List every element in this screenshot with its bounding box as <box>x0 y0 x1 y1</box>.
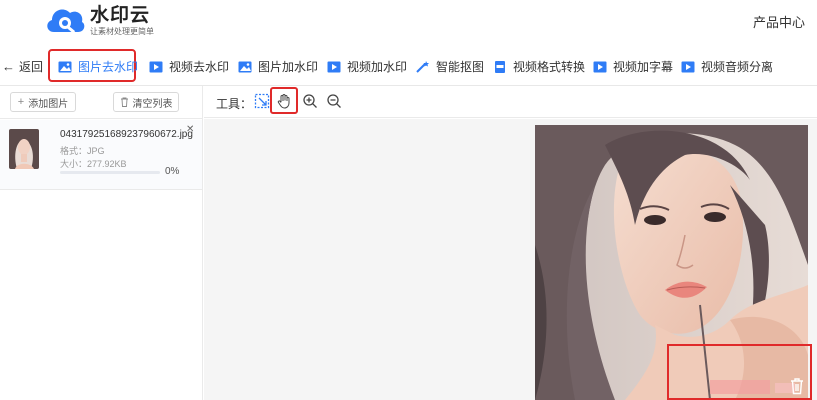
zoom-out-icon[interactable] <box>326 93 342 109</box>
clear-list-button[interactable]: 清空列表 <box>113 92 179 112</box>
image-icon <box>238 61 252 72</box>
file-list-toolbar: + 添加图片 清空列表 <box>0 86 202 119</box>
tools-label: 工具： <box>216 97 253 111</box>
clear-list-label: 清空列表 <box>132 98 173 110</box>
tab-video-audio-separate[interactable]: 视频音频分离 <box>681 58 773 75</box>
tab-label: 图片去水印 <box>78 60 139 74</box>
magic-wand-icon <box>416 60 429 73</box>
tab-label: 视频格式转换 <box>513 60 586 74</box>
file-list-item[interactable]: 0431792516892379606​72.jpg ✕ 格式：JPG 大小：2… <box>0 120 202 190</box>
video-icon <box>681 61 695 72</box>
trash-icon <box>120 97 128 107</box>
product-center-link[interactable]: 产品中心 <box>753 12 805 31</box>
cloud-logo-icon <box>47 9 85 34</box>
image-icon <box>58 61 72 72</box>
tab-label: 视频音频分离 <box>701 60 774 74</box>
tab-image-remove-watermark[interactable]: 图片去水印 <box>58 58 138 75</box>
tab-label: 视频加字幕 <box>613 60 674 74</box>
app-header: 水印云 让素材处理更简单 产品中心 <box>0 0 817 44</box>
file-name: 0431792516892379606​72.jpg <box>60 129 193 140</box>
logo-slogan: 让素材处理更简单 <box>90 27 154 36</box>
video-icon <box>593 61 607 72</box>
mp4-file-icon <box>495 60 505 73</box>
logo-name: 水印云 <box>90 5 151 26</box>
progress-percent: 0% <box>165 166 180 177</box>
back-label: 返回 <box>19 60 44 74</box>
tab-smart-cutout[interactable]: 智能抠图 <box>416 58 484 75</box>
file-format: 格式：JPG <box>60 146 105 156</box>
tab-video-remove-watermark[interactable]: 视频去水印 <box>149 58 229 75</box>
file-size: 大小：277.92KB <box>60 159 127 169</box>
feature-nav: ← 返回 图片去水印 视频去水印 图片加水印 视频加水印 智能抠图 视频格式转换… <box>0 44 817 86</box>
tab-video-add-subtitle[interactable]: 视频加字幕 <box>593 58 673 75</box>
select-box-icon[interactable] <box>254 93 270 109</box>
tab-label: 视频去水印 <box>169 60 230 74</box>
tab-label: 视频加水印 <box>347 60 408 74</box>
hand-icon[interactable] <box>276 93 292 109</box>
file-thumbnail <box>9 129 39 169</box>
zoom-in-icon[interactable] <box>302 93 318 109</box>
tab-video-add-watermark[interactable]: 视频加水印 <box>327 58 407 75</box>
file-list-panel: + 添加图片 清空列表 0431792516892379606​72.jpg ✕… <box>0 86 203 400</box>
tab-image-add-watermark[interactable]: 图片加水印 <box>238 58 318 75</box>
logo[interactable]: 水印云 让素材处理更简单 <box>44 4 154 38</box>
arrow-left-icon: ← <box>2 59 15 74</box>
tab-video-format-convert[interactable]: 视频格式转换 <box>493 58 585 75</box>
tools-bar: 工具： <box>204 86 817 118</box>
plus-icon: + <box>17 96 25 108</box>
back-button[interactable]: ← 返回 <box>2 58 43 75</box>
video-icon <box>327 61 341 72</box>
video-icon <box>149 61 163 72</box>
trash-icon[interactable] <box>789 377 805 395</box>
close-icon[interactable]: ✕ <box>186 124 194 135</box>
tab-label: 智能抠图 <box>436 60 485 74</box>
progress-bar <box>60 171 160 174</box>
add-image-label: 添加图片 <box>28 98 69 110</box>
add-image-button[interactable]: + 添加图片 <box>10 92 76 112</box>
tab-label: 图片加水印 <box>258 60 319 74</box>
image-canvas[interactable] <box>204 119 817 400</box>
